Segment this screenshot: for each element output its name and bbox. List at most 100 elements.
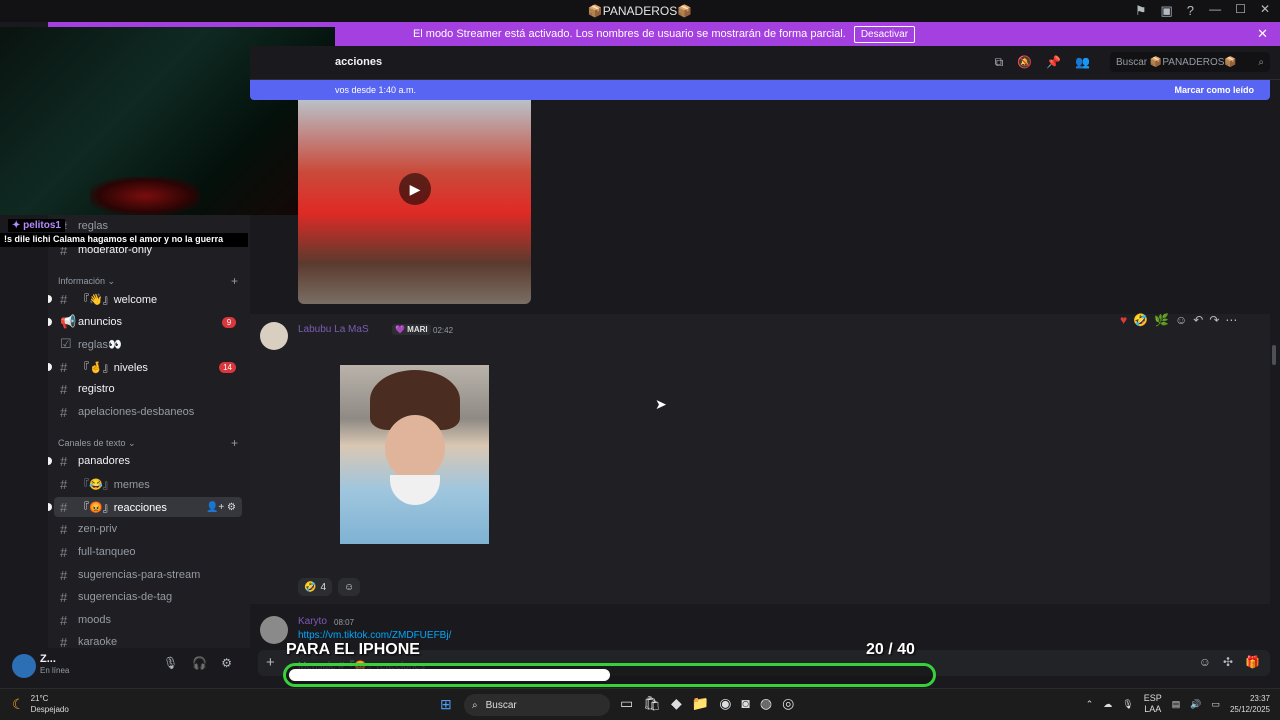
message-author[interactable]: Karyto (298, 616, 327, 627)
taskbar-search[interactable]: ⌕ Buscar (464, 694, 610, 716)
weather-desc: Despejado (30, 705, 69, 714)
channel-apelaciones[interactable]: # apelaciones-desbaneos (54, 402, 242, 422)
edge-icon[interactable]: ◉ (719, 695, 731, 712)
help-icon[interactable]: ? (1187, 3, 1194, 19)
message-author[interactable]: Labubu La MaS (298, 324, 369, 335)
channel-sugerencias-para-stream[interactable]: # sugerencias-para-stream (54, 565, 242, 585)
channel-welcome[interactable]: # 『👋』welcome (48, 289, 242, 309)
apps-icon[interactable]: ✣ (1223, 655, 1233, 669)
channel-anuncios[interactable]: 📢 anuncios 9 (48, 312, 242, 332)
channel-sugerencias-de-tag[interactable]: # sugerencias-de-tag (54, 587, 242, 607)
channel-settings-icons[interactable]: 👤+ ⚙ (206, 502, 236, 513)
microphone-icon[interactable]: 🎙 (163, 656, 178, 670)
reaction-laugh[interactable]: 🤣 4 (298, 578, 333, 596)
mute-bell-icon[interactable]: 🔕 (1017, 55, 1032, 70)
language-indicator[interactable]: ESP LAA (1144, 693, 1162, 715)
section-informacion[interactable]: Información ⌄ (58, 276, 115, 287)
sticker-reaction-icon[interactable]: 🌿 (1154, 313, 1169, 327)
video-embed[interactable]: ▶ (298, 100, 531, 304)
search-input[interactable]: Buscar 📦PANADEROS📦 ⌕ (1110, 52, 1270, 72)
search-icon: ⌕ (1258, 56, 1264, 68)
more-icon[interactable]: ⋯ (1225, 313, 1237, 327)
task-view-icon[interactable]: ▭ (620, 695, 633, 712)
volume-icon[interactable]: 🔊 (1190, 699, 1201, 710)
mention-badge: 9 (222, 316, 236, 328)
channel-header: acciones ⧉ 🔕 📌 👥 Buscar 📦PANADEROS📦 ⌕ (250, 46, 1280, 80)
mouse-cursor-icon: ➤ (655, 396, 667, 412)
banner-text: El modo Streamer está activado. Los nomb… (412, 28, 846, 40)
new-messages-bar[interactable]: vos desde 1:40 a.m. Marcar como leído (250, 80, 1270, 100)
weather-widget[interactable]: ☾ 21°C Despejado (12, 693, 69, 715)
network-icon[interactable]: ▤ (1172, 699, 1181, 710)
webcam-figure (90, 177, 200, 215)
minimize-button[interactable]: — (1209, 2, 1221, 16)
channel-reglas[interactable]: ☑ reglas👀 (54, 334, 242, 354)
channel-registro[interactable]: # registro (54, 379, 242, 399)
settings-gear-icon[interactable]: ⚙ (221, 656, 232, 670)
hash-icon: # (60, 404, 68, 420)
message-link[interactable]: https://vm.tiktok.com/ZMDFUEFBj/ (298, 630, 451, 641)
threads-icon[interactable]: ⧉ (995, 55, 1004, 70)
file-explorer-icon[interactable]: 📁 (692, 695, 709, 712)
channel-moods[interactable]: # moods (54, 610, 242, 630)
clock[interactable]: 23:37 25/12/2025 (1230, 693, 1270, 715)
add-reaction-icon[interactable]: ☺ (1175, 313, 1187, 327)
taskbar: ☾ 21°C Despejado ⊞ ⌕ Buscar ▭ 🛍 ◆ 📁 ◉ ◙ ◍… (0, 688, 1280, 720)
hash-icon: # (60, 499, 68, 515)
pin-icon[interactable]: 📌 (1046, 55, 1061, 70)
add-reaction-button[interactable]: ☺ (338, 578, 361, 596)
close-window-button[interactable]: ✕ (1260, 2, 1270, 16)
gift-icon[interactable]: 🎁 (1245, 655, 1260, 669)
onedrive-icon[interactable]: ☁ (1103, 699, 1112, 710)
chevron-up-icon[interactable]: ⌃ (1086, 699, 1094, 710)
new-messages-text: vos desde 1:40 a.m. (335, 85, 417, 95)
deactivate-button[interactable]: Desactivar (853, 25, 916, 43)
unread-indicator (48, 457, 52, 465)
system-tray: ⌃ ☁ 🎙 ESP LAA ▤ 🔊 ▭ 23:37 25/12/2025 (1086, 693, 1270, 715)
weather-temp: 21°C (30, 694, 49, 703)
reply-icon[interactable]: ↶ (1193, 313, 1203, 327)
battery-icon[interactable]: ▭ (1211, 699, 1220, 710)
mic-icon[interactable]: 🎙 (1122, 699, 1133, 710)
image-attachment[interactable] (340, 365, 489, 544)
app-icon[interactable]: ◍ (760, 695, 772, 712)
windows-start-icon[interactable]: ⊞ (440, 696, 452, 713)
goal-label: PARA EL IPHONE (286, 641, 420, 658)
scrollbar[interactable] (1272, 345, 1276, 365)
play-icon[interactable]: ▶ (399, 173, 431, 205)
add-channel-icon[interactable]: + (231, 274, 238, 288)
image-face (385, 415, 445, 481)
channel-panadores[interactable]: # panadores (48, 451, 242, 471)
discord-icon[interactable]: ◙ (741, 695, 749, 712)
hash-icon: # (60, 359, 68, 375)
forward-icon[interactable]: ↷ (1209, 313, 1219, 327)
store-icon[interactable]: 🛍 (643, 695, 661, 712)
laugh-reaction-icon[interactable]: 🤣 (1133, 313, 1148, 327)
role-tag: 💜 MARI (392, 324, 431, 335)
copilot-icon[interactable]: ◆ (671, 695, 682, 712)
megaphone-icon: 📢 (60, 314, 77, 329)
hash-icon: # (60, 291, 68, 307)
window-icon[interactable]: ▣ (1160, 3, 1172, 19)
emoji-icon[interactable]: ☺ (1199, 655, 1211, 669)
channel-reacciones[interactable]: # 『😡』reacciones 👤+ ⚙ (48, 497, 242, 517)
attach-plus-icon[interactable]: + (266, 654, 275, 671)
channel-zen-priv[interactable]: # zen-priv (54, 519, 242, 539)
inbox-icon[interactable]: ⚑ (1135, 3, 1147, 19)
channel-memes[interactable]: # 『😂』memes (54, 474, 242, 494)
section-canales-de-texto[interactable]: Canales de texto ⌄ (58, 438, 136, 449)
maximize-button[interactable]: ☐ (1235, 2, 1246, 16)
channel-full-tanqueo[interactable]: # full-tanqueo (54, 542, 242, 562)
banner-close-icon[interactable]: ✕ (1257, 26, 1268, 42)
composer-icons: ☺ ✣ 🎁 (1199, 655, 1260, 669)
channel-niveles[interactable]: # 『🤞』niveles 14 (48, 357, 242, 377)
avatar[interactable] (260, 322, 288, 350)
heart-reaction-icon[interactable]: ♥ (1120, 313, 1127, 327)
headphones-icon[interactable]: 🎧 (192, 656, 207, 670)
mark-as-read-button[interactable]: Marcar como leído (1174, 85, 1254, 95)
steam-icon[interactable]: ◎ (782, 695, 794, 712)
user-avatar[interactable] (12, 654, 36, 678)
avatar[interactable] (260, 616, 288, 644)
add-channel-icon[interactable]: + (231, 436, 238, 450)
members-icon[interactable]: 👥 (1075, 55, 1090, 70)
